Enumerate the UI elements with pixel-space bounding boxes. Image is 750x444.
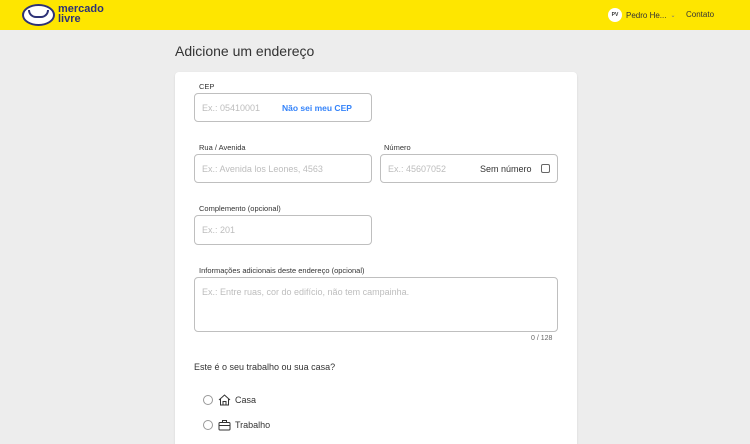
number-label: Número bbox=[384, 143, 411, 152]
logo-text: mercado livre bbox=[58, 4, 104, 25]
complement-label: Complemento (opcional) bbox=[199, 204, 281, 213]
cep-placeholder: Ex.: 05410001 bbox=[202, 103, 261, 113]
cep-input[interactable]: Ex.: 05410001 Não sei meu CEP bbox=[194, 93, 372, 122]
street-label: Rua / Avenida bbox=[199, 143, 246, 152]
cep-label: CEP bbox=[199, 82, 215, 91]
no-number-label: Sem número bbox=[480, 164, 532, 174]
address-form-card: CEP Ex.: 05410001 Não sei meu CEP Rua / … bbox=[175, 72, 577, 444]
briefcase-icon bbox=[218, 420, 231, 431]
street-input[interactable]: Ex.: Avenida los Leones, 4563 bbox=[194, 154, 372, 183]
option-trabalho-label: Trabalho bbox=[235, 420, 271, 430]
user-name: Pedro He... bbox=[626, 10, 667, 20]
radio-casa[interactable] bbox=[203, 395, 213, 405]
number-placeholder: Ex.: 45607052 bbox=[388, 164, 447, 174]
complement-placeholder: Ex.: 201 bbox=[202, 225, 236, 235]
logo-text-line2: livre bbox=[58, 13, 81, 25]
address-type-question: Este é o seu trabalho ou sua casa? bbox=[194, 362, 336, 372]
additional-info-textarea[interactable]: Ex.: Entre ruas, cor do edifício, não te… bbox=[194, 277, 558, 332]
complement-input[interactable]: Ex.: 201 bbox=[194, 215, 372, 245]
contact-link[interactable]: Contato bbox=[686, 10, 714, 19]
char-counter: 0 / 128 bbox=[531, 335, 553, 342]
additional-info-label: Informações adicionais deste endereço (o… bbox=[199, 266, 365, 275]
mercado-livre-logo[interactable]: mercado livre bbox=[22, 3, 110, 27]
user-menu[interactable]: PV Pedro He... ⌄ bbox=[608, 8, 676, 22]
page-title: Adicione um endereço bbox=[175, 43, 315, 59]
home-icon bbox=[218, 394, 231, 406]
no-number-checkbox[interactable] bbox=[541, 164, 550, 173]
chevron-down-icon: ⌄ bbox=[670, 12, 676, 19]
number-input[interactable]: Ex.: 45607052 Sem número bbox=[380, 154, 558, 183]
top-header: mercado livre PV Pedro He... ⌄ Contato bbox=[0, 0, 750, 30]
option-casa-label: Casa bbox=[235, 395, 257, 405]
radio-trabalho[interactable] bbox=[203, 420, 213, 430]
unknown-cep-link[interactable]: Não sei meu CEP bbox=[282, 103, 352, 113]
street-placeholder: Ex.: Avenida los Leones, 4563 bbox=[202, 164, 323, 174]
avatar: PV bbox=[608, 8, 622, 22]
additional-info-placeholder: Ex.: Entre ruas, cor do edifício, não te… bbox=[202, 287, 410, 297]
